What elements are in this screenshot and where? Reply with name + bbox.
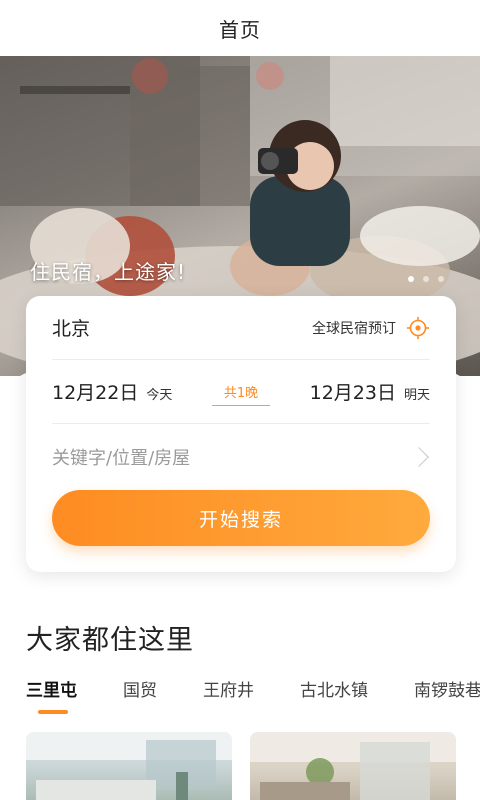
top-bar: 首页	[0, 0, 480, 56]
carousel-dot[interactable]	[438, 276, 444, 282]
date-row[interactable]: 12月22日 今天 共1晚 12月23日 明天	[52, 360, 430, 424]
locate-icon[interactable]	[406, 316, 430, 340]
tab-sanlitun[interactable]: 三里屯	[26, 676, 77, 714]
page-title: 首页	[219, 17, 261, 42]
banner-slogan: 住民宿，上途家!	[30, 260, 187, 284]
checkin-note: 今天	[146, 388, 173, 403]
search-button[interactable]: 开始搜索	[52, 490, 430, 546]
carousel-indicator[interactable]	[408, 276, 444, 282]
search-card: 北京 全球民宿预订 12月22日 今天 共1晚 12月23日 明天 关键字/位置…	[26, 296, 456, 572]
listing-card[interactable]	[250, 732, 456, 800]
nights-count: 共1晚	[211, 382, 271, 406]
global-booking-label: 全球民宿预订	[312, 320, 396, 337]
listing-thumbnails	[26, 732, 456, 800]
listing-photo	[250, 732, 456, 800]
chevron-right-icon	[409, 447, 429, 467]
city-selector[interactable]: 北京	[52, 314, 90, 341]
section-title: 大家都住这里	[26, 625, 194, 656]
checkin-date: 12月22日	[52, 382, 139, 404]
carousel-dot[interactable]	[408, 276, 414, 282]
checkin-date-selector[interactable]: 12月22日 今天	[52, 378, 172, 405]
carousel-dot[interactable]	[423, 276, 429, 282]
tab-guomao[interactable]: 国贸	[123, 676, 157, 701]
checkout-note: 明天	[403, 388, 430, 403]
listing-card[interactable]	[26, 732, 232, 800]
tab-nanluoguxiang[interactable]: 南锣鼓巷	[414, 676, 480, 701]
checkout-date-selector[interactable]: 12月23日 明天	[310, 378, 430, 405]
listing-photo	[26, 732, 232, 800]
tab-gubei-water-town[interactable]: 古北水镇	[300, 676, 368, 701]
keyword-input[interactable]: 关键字/位置/房屋	[52, 444, 190, 470]
city-row[interactable]: 北京 全球民宿预订	[52, 296, 430, 360]
tab-wangfujing[interactable]: 王府井	[203, 676, 254, 701]
checkout-date: 12月23日	[309, 382, 396, 404]
area-tabs: 三里屯 国贸 王府井 古北水镇 南锣鼓巷	[26, 676, 480, 714]
global-booking[interactable]: 全球民宿预订	[312, 316, 430, 340]
keyword-row[interactable]: 关键字/位置/房屋	[52, 424, 430, 490]
